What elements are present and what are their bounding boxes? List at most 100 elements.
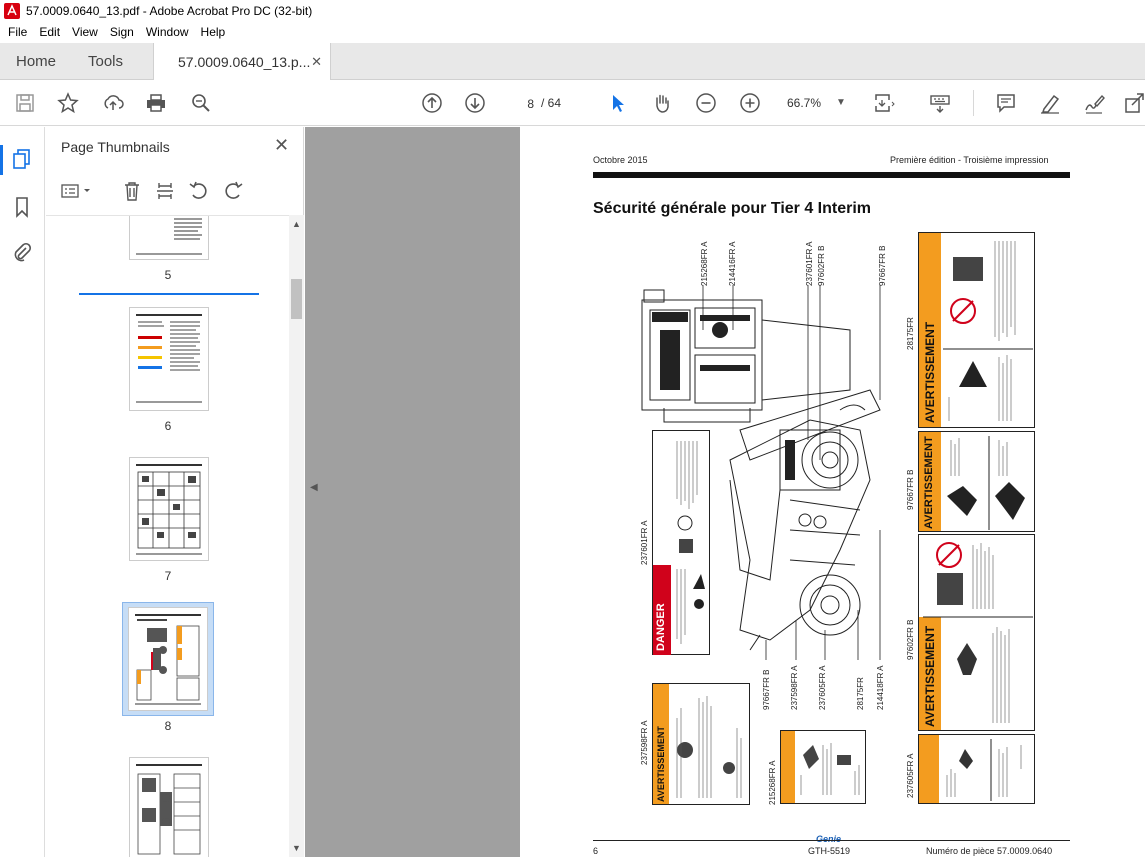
down-arrow-icon[interactable] (463, 91, 487, 115)
sign-icon[interactable] (1082, 91, 1106, 115)
decal-text-lines (676, 696, 742, 798)
page-thumbnails-icon[interactable] (10, 147, 34, 171)
decal-text-lines (923, 542, 1033, 723)
up-arrow-icon[interactable] (420, 91, 444, 115)
page-thumbnail[interactable] (129, 457, 209, 561)
close-panel-icon[interactable]: ✕ (274, 135, 289, 156)
thumbnail-label: 6 (164, 419, 172, 433)
collapse-panel-icon[interactable]: ◀ (310, 482, 322, 500)
genie-logo: Genie (816, 834, 842, 844)
upload-icon[interactable] (101, 91, 125, 115)
page-thumbnail[interactable] (129, 216, 209, 260)
decal-ref-label: 214416FR A (728, 241, 737, 286)
scroll-up-icon[interactable]: ▲ (289, 219, 304, 229)
decal-ref-label: 97667FR B (906, 469, 915, 510)
danger-decal: DANGER (652, 430, 710, 655)
thumbnail-label: 5 (164, 268, 172, 282)
menu-edit[interactable]: Edit (33, 25, 66, 39)
decal-ref-label: 237605FR A (818, 665, 827, 710)
decal-text-lines (800, 743, 860, 795)
page-count: / 64 (541, 96, 562, 110)
warning-decal-right: AVERTISSEMENT (918, 534, 1035, 731)
page-thumbnail[interactable] (129, 757, 209, 857)
delete-icon[interactable] (120, 179, 144, 203)
warning-decal-small (780, 730, 866, 804)
page-title: Sécurité générale pour Tier 4 Interim (593, 200, 872, 217)
warning-label: AVERTISSEMENT (656, 726, 666, 802)
warning-band (781, 731, 795, 803)
attachment-icon[interactable] (10, 240, 34, 264)
decal-text-lines (946, 739, 1022, 801)
decal-ref-label: 237598FR A (640, 720, 649, 765)
zoom-level[interactable]: 66.7% (787, 91, 821, 115)
cursor-icon[interactable] (606, 91, 630, 115)
chevron-down-icon[interactable]: ▼ (836, 91, 846, 115)
decal-ref-label: 237598FR A (790, 665, 799, 710)
footer-rule (593, 840, 1070, 841)
acrobat-app-icon (4, 3, 20, 19)
menu-window[interactable]: Window (140, 25, 195, 39)
decal-text-lines (943, 241, 1033, 421)
menu-help[interactable]: Help (195, 25, 232, 39)
decal-ref-label: 97602FR B (817, 245, 826, 286)
close-tab-icon[interactable]: ✕ (311, 54, 322, 70)
page-footer-model: GTH-5519 (808, 846, 851, 856)
hand-icon[interactable] (650, 91, 674, 115)
print-icon[interactable] (144, 91, 168, 115)
thumbnail-label: 7 (164, 569, 172, 583)
menu-file[interactable]: File (2, 25, 33, 39)
comment-icon[interactable] (994, 91, 1018, 115)
options-menu-icon[interactable] (60, 179, 96, 203)
warning-decal: AVERTISSEMENT (652, 683, 750, 805)
decal-ref-label: 237601FR A (640, 520, 649, 565)
danger-label: DANGER (655, 603, 667, 651)
save-icon[interactable] (13, 91, 37, 115)
decal-ref-label: 28175FR (906, 317, 915, 350)
decal-ref-label: 215268FR A (700, 241, 709, 286)
bookmark-icon[interactable] (10, 195, 34, 219)
thumbnail-toolbar (46, 177, 304, 205)
star-icon[interactable] (56, 91, 80, 115)
header-rule (593, 172, 1070, 178)
tab-document[interactable]: 57.0009.0640_13.p... ✕ (153, 43, 331, 81)
rotate-left-icon[interactable] (187, 179, 211, 203)
decal-ref-label: 214418FR A (876, 665, 885, 710)
thumbnail-list[interactable]: 5 6 7 8 (46, 215, 289, 857)
tab-tools[interactable]: Tools (88, 43, 123, 80)
zoom-out-icon[interactable] (694, 91, 718, 115)
decal-ref-label: 97667FR B (762, 669, 771, 710)
page-thumbnail-selected[interactable] (128, 607, 208, 711)
zoom-search-icon[interactable] (189, 91, 213, 115)
page-thumbnail[interactable] (129, 307, 209, 411)
decal-ref-label: 97667FR B (878, 245, 887, 286)
tab-bar: Home Tools 57.0009.0640_13.p... ✕ (0, 43, 1145, 81)
extract-icon[interactable] (153, 179, 177, 203)
page-footer-part: Numéro de pièce 57.0009.0640 (926, 846, 1053, 856)
keyboard-icon[interactable] (928, 91, 952, 115)
active-indicator (0, 145, 3, 175)
thumbnail-scrollbar[interactable]: ▲ ▼ (289, 215, 304, 857)
warning-decal-right (918, 734, 1035, 804)
page-footer-number: 6 (593, 846, 599, 856)
decal-ref-label: 28175FR (856, 677, 865, 710)
warning-label: AVERTISSEMENT (923, 436, 935, 529)
page-number-input[interactable]: 8 (507, 91, 539, 115)
rotate-right-icon[interactable] (221, 179, 245, 203)
page-header-date: Octobre 2015 (593, 155, 648, 165)
page-thumbnails-panel: Page Thumbnails ✕ 5 6 7 8 ▲ ▼ (46, 127, 304, 857)
scroll-down-icon[interactable]: ▼ (289, 843, 304, 853)
window-title: 57.0009.0640_13.pdf - Adobe Acrobat Pro … (26, 4, 313, 18)
tab-document-label: 57.0009.0640_13.p... (178, 54, 311, 70)
highlight-icon[interactable] (1038, 91, 1062, 115)
share-icon[interactable] (1122, 91, 1145, 115)
menu-bar: File Edit View Sign Window Help (0, 22, 1145, 42)
decal-text-lines (947, 436, 1025, 530)
scrollbar-thumb[interactable] (291, 279, 302, 319)
menu-view[interactable]: View (66, 25, 104, 39)
fit-page-icon[interactable] (872, 91, 896, 115)
page-header-edition: Première édition - Troisième impression (890, 155, 1049, 165)
zoom-in-icon[interactable] (738, 91, 762, 115)
tab-home[interactable]: Home (16, 43, 56, 80)
warning-label: AVERTISSEMENT (923, 321, 937, 423)
menu-sign[interactable]: Sign (104, 25, 140, 39)
